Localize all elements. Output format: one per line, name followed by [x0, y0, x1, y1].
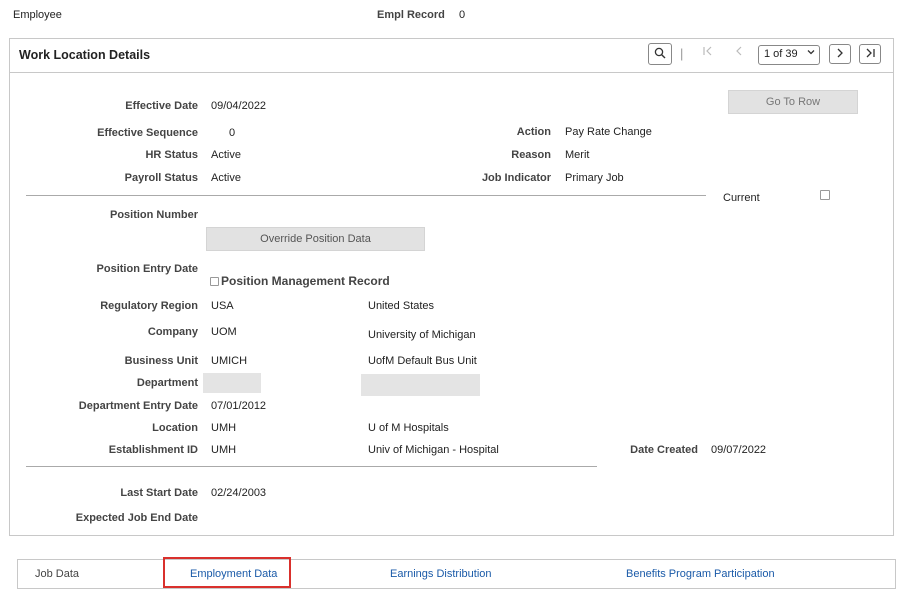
company-value: UOM [211, 326, 237, 338]
panel-header: Work Location Details | 1 of 39 [10, 39, 893, 73]
tab-benefits-program-participation[interactable]: Benefits Program Participation [626, 568, 775, 580]
department-entry-date-value: 07/01/2012 [211, 400, 267, 412]
current-checkbox[interactable] [820, 190, 830, 200]
establishment-id-desc: Univ of Michigan - Hospital [368, 444, 499, 456]
business-unit-desc: UofM Default Bus Unit [368, 355, 477, 367]
regulatory-region-desc: United States [368, 300, 435, 312]
employment-data-highlight [163, 557, 291, 588]
hr-status-value: Active [211, 149, 241, 161]
row-select-value: 1 of 39 [764, 48, 798, 60]
payroll-status-label: Payroll Status [124, 172, 198, 184]
effective-date-value: 09/04/2022 [211, 100, 267, 112]
effective-sequence-value: 0 [229, 127, 236, 139]
section-divider-lower [26, 466, 597, 467]
company-label: Company [147, 326, 198, 338]
tab-earnings-distribution[interactable]: Earnings Distribution [390, 568, 492, 580]
job-indicator-value: Primary Job [565, 172, 624, 184]
position-number-label: Position Number [109, 209, 198, 221]
establishment-id-value: UMH [211, 444, 237, 456]
last-page-icon [864, 47, 876, 62]
go-to-row-button[interactable]: Go To Row [728, 90, 858, 114]
date-created-label: Date Created [630, 444, 698, 456]
department-desc-field [361, 374, 480, 396]
override-position-data-button[interactable]: Override Position Data [206, 227, 425, 251]
search-icon [654, 47, 666, 62]
department-entry-date-label: Department Entry Date [78, 400, 198, 412]
location-value: UMH [211, 422, 237, 434]
last-start-date-label: Last Start Date [120, 487, 198, 499]
previous-icon[interactable] [733, 45, 745, 60]
position-management-label: Position Management Record [221, 274, 390, 288]
last-start-date-value: 02/24/2003 [211, 487, 267, 499]
empl-record-label: Empl Record [377, 9, 445, 21]
employee-label: Employee [13, 9, 62, 21]
panel-title: Work Location Details [19, 48, 151, 62]
chevron-down-icon [807, 48, 815, 58]
department-code-field [203, 373, 261, 393]
row-select[interactable]: 1 of 39 [758, 45, 820, 65]
department-label: Department [136, 377, 198, 389]
reason-value: Merit [565, 149, 590, 161]
effective-date-label: Effective Date [125, 100, 198, 112]
hr-status-label: HR Status [145, 149, 198, 161]
first-page-icon[interactable] [702, 45, 714, 60]
date-created-value: 09/07/2022 [711, 444, 767, 456]
action-label: Action [516, 126, 551, 138]
payroll-status-value: Active [211, 172, 241, 184]
last-page-button[interactable] [859, 44, 881, 64]
location-label: Location [152, 422, 198, 434]
regulatory-region-label: Regulatory Region [100, 300, 198, 312]
section-divider [26, 195, 706, 196]
current-label: Current [723, 192, 760, 204]
next-icon [834, 47, 846, 62]
reason-label: Reason [511, 149, 551, 161]
position-management-checkbox[interactable] [210, 277, 219, 286]
search-button[interactable] [648, 43, 672, 65]
empl-record-value: 0 [459, 9, 466, 21]
action-value: Pay Rate Change [565, 126, 652, 138]
job-indicator-label: Job Indicator [481, 172, 551, 184]
regulatory-region-value: USA [211, 300, 234, 312]
establishment-id-label: Establishment ID [108, 444, 198, 456]
tab-job-data[interactable]: Job Data [35, 568, 79, 580]
business-unit-value: UMICH [211, 355, 248, 367]
effective-sequence-label: Effective Sequence [97, 127, 198, 139]
next-button[interactable] [829, 44, 851, 64]
position-entry-date-label: Position Entry Date [96, 263, 198, 275]
company-desc: University of Michigan [368, 329, 476, 341]
business-unit-label: Business Unit [124, 355, 198, 367]
expected-job-end-date-label: Expected Job End Date [75, 512, 198, 524]
pager-separator: | [680, 46, 684, 61]
location-desc: U of M Hospitals [368, 422, 449, 434]
bottom-tab-bar: Job Data Employment Data Earnings Distri… [17, 559, 896, 589]
